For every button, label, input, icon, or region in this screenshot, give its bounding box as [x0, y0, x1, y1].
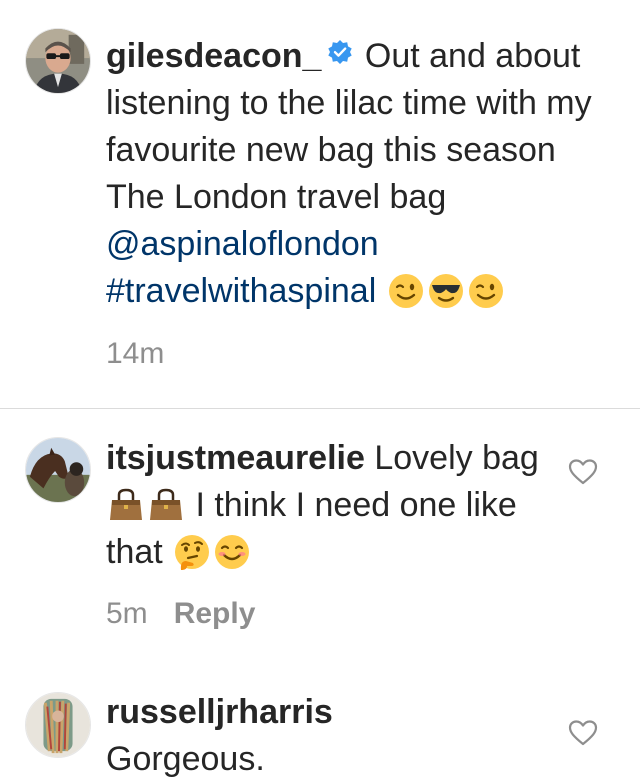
winking-face-icon	[387, 272, 425, 310]
caption-meta: 14m	[106, 337, 164, 371]
smiling-face-with-sunglasses-icon	[427, 272, 465, 310]
caption-avatar-image	[26, 29, 90, 93]
comment-text: itsjustmeaurelie Lovely bag I think I ne…	[106, 435, 551, 576]
winking-face-icon	[467, 272, 505, 310]
comment-meta: 5m Reply	[106, 597, 255, 631]
smiling-face-icon	[213, 533, 251, 571]
comment-timestamp: 5m	[106, 597, 148, 630]
mention-link[interactable]: @aspinaloflondon	[106, 225, 379, 263]
avatar[interactable]	[25, 28, 91, 94]
avatar[interactable]	[25, 437, 91, 503]
verified-badge-icon	[327, 39, 353, 65]
comment-username[interactable]: russelljrharris	[106, 693, 333, 731]
like-heart-icon[interactable]	[568, 719, 598, 747]
caption-username[interactable]: gilesdeacon_	[106, 37, 321, 75]
comment-username[interactable]: itsjustmeaurelie	[106, 439, 365, 477]
avatar[interactable]	[25, 692, 91, 758]
comment-text-body: Gorgeous.	[106, 740, 265, 778]
comment-avatar-image	[26, 693, 90, 757]
hashtag-link[interactable]: #travelwithaspinal	[106, 272, 376, 310]
reply-button[interactable]: Reply	[174, 597, 256, 630]
handbag-icon	[107, 486, 145, 524]
like-heart-icon[interactable]	[568, 458, 598, 486]
caption-text: gilesdeacon_ Out and about listening to …	[106, 33, 606, 315]
handbag-icon	[147, 486, 185, 524]
divider	[0, 408, 640, 409]
caption-timestamp: 14m	[106, 337, 165, 370]
comment-text-part1: Lovely bag	[374, 439, 539, 477]
comment-avatar-image	[26, 438, 90, 502]
thinking-face-icon	[173, 533, 211, 571]
comment-text: russelljrharris Gorgeous.	[106, 689, 551, 780]
comments-screen: gilesdeacon_ Out and about listening to …	[0, 0, 640, 780]
